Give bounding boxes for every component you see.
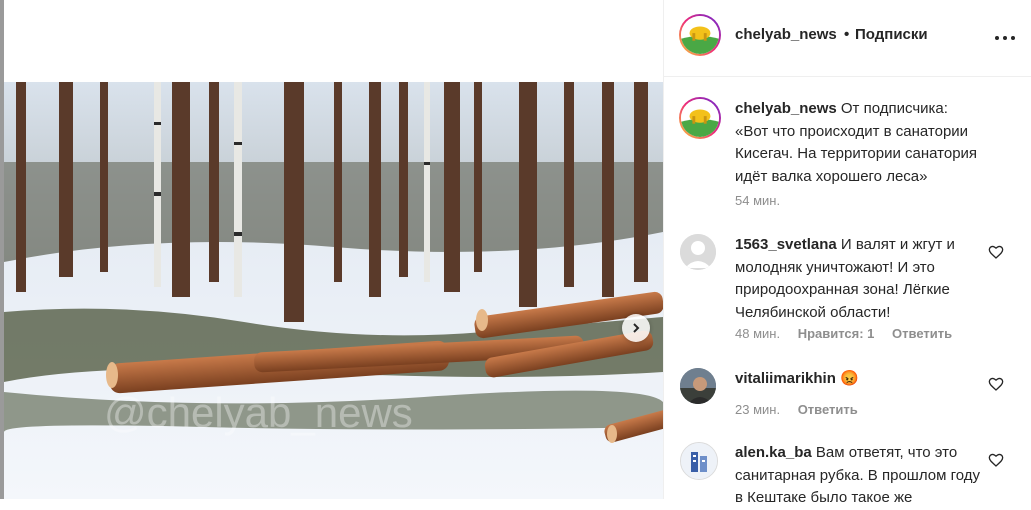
- caption-text: chelyab_news От подписчика: «Вот что про…: [735, 98, 985, 188]
- comment-meta-2: 23 мин. Ответить: [735, 402, 872, 417]
- post-header: chelyab_news • Подписки: [664, 0, 1031, 77]
- header-username[interactable]: chelyab_news: [735, 26, 837, 43]
- comments-panel: chelyab_news • Подписки chelyab_news От …: [664, 0, 1031, 506]
- heart-icon[interactable]: [988, 452, 1004, 468]
- default-avatar-icon: [680, 234, 716, 270]
- post-photo[interactable]: @chelyab_news: [4, 82, 663, 499]
- forest-image: @chelyab_news: [4, 82, 663, 499]
- comment-time[interactable]: 48 мин.: [735, 326, 780, 341]
- caption-time[interactable]: 54 мин.: [735, 193, 780, 208]
- caption-meta: 54 мин.: [735, 193, 794, 208]
- reply-button[interactable]: Ответить: [798, 402, 858, 417]
- comment-text-2: vitaliimarikhin 😡: [735, 368, 985, 391]
- comment-avatar-alen-ka-ba[interactable]: [680, 442, 718, 480]
- reply-button[interactable]: Ответить: [892, 326, 952, 341]
- chevron-right-icon: [633, 323, 640, 333]
- heart-icon[interactable]: [988, 244, 1004, 260]
- header-separator: •: [844, 26, 850, 43]
- comment-text-1: 1563_svetlana И валят и жгут и молодняк …: [735, 234, 985, 324]
- comment-time[interactable]: 23 мин.: [735, 402, 780, 417]
- comment-username[interactable]: alen.ka_ba: [735, 444, 812, 461]
- more-options-icon[interactable]: [994, 29, 1016, 45]
- caption-username[interactable]: chelyab_news: [735, 100, 837, 117]
- comment-avatar-vitaliimarikhin[interactable]: [680, 368, 716, 404]
- header-avatar[interactable]: [679, 14, 721, 56]
- following-button[interactable]: Подписки: [855, 26, 928, 43]
- chelyab-logo-icon: [681, 99, 719, 137]
- comment-avatar-1563-svetlana[interactable]: [680, 234, 716, 270]
- photo-watermark: @chelyab_news: [104, 389, 413, 436]
- comment-username[interactable]: 1563_svetlana: [735, 236, 837, 253]
- comment-meta-1: 48 мин. Нравится: 1 Ответить: [735, 326, 966, 341]
- comment-text-3: alen.ka_ba Вам ответят, что это санитарн…: [735, 442, 985, 510]
- caption-avatar[interactable]: [679, 97, 721, 139]
- chelyab-logo-icon: [681, 16, 719, 54]
- comment-body: 😡: [840, 370, 859, 387]
- building-logo-icon: [681, 443, 717, 479]
- comment-likes-count[interactable]: Нравится: 1: [798, 326, 875, 341]
- user-photo-icon: [680, 368, 716, 404]
- heart-icon[interactable]: [988, 376, 1004, 392]
- next-photo-button[interactable]: [622, 314, 650, 342]
- comment-username[interactable]: vitaliimarikhin: [735, 370, 836, 387]
